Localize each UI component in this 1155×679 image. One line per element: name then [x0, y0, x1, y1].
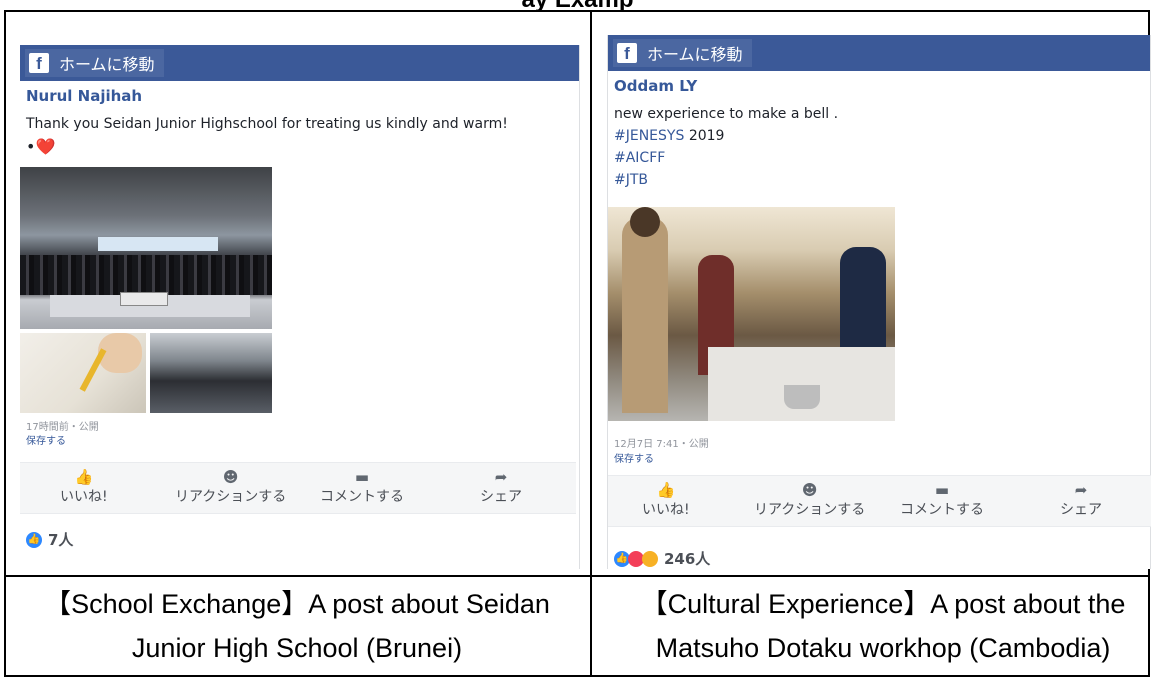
facebook-post-left: f ホームに移動 Nurul Najihah Thank you Seidan … — [20, 45, 580, 569]
post-timestamp[interactable]: 17時間前・公開 — [26, 421, 99, 434]
react-label: リアクションする — [754, 502, 866, 518]
save-link[interactable]: 保存する — [614, 453, 654, 466]
post-text: Thank you Seidan Junior Highschool for t… — [26, 116, 508, 132]
photo-person — [622, 217, 668, 413]
react-button[interactable]: ☻ リアクションする — [175, 467, 286, 507]
comment-bubble-icon: ▬ — [934, 481, 950, 499]
post-author[interactable]: Oddam LY — [614, 77, 1150, 99]
reaction-smiley-icon: ☻ — [801, 481, 818, 499]
react-label: リアクションする — [175, 489, 287, 505]
react-button[interactable]: ☻ リアクションする — [754, 480, 865, 520]
facebook-post-right: f ホームに移動 Oddam LY new experience to make… — [607, 35, 1151, 569]
like-button[interactable]: 👍 いいね! — [642, 480, 690, 520]
facebook-logo-icon: f — [29, 53, 49, 73]
photo-person-head — [630, 207, 660, 237]
reaction-count: 7人 — [48, 531, 74, 549]
post-text: new experience to make a bell . #JENESYS… — [614, 103, 1144, 191]
page-title: ay Examp — [0, 0, 1155, 13]
haha-reaction-icon — [642, 550, 658, 567]
hashtag-jtb[interactable]: #JTB — [614, 169, 1144, 191]
reaction-smiley-icon: ☻ — [222, 468, 239, 486]
caption-left-line1: 【School Exchange】A post about Seidan — [44, 589, 550, 619]
fb-home-tab[interactable]: f ホームに移動 — [25, 49, 164, 77]
share-arrow-icon: ➦ — [494, 468, 508, 486]
caption-right-line1: 【Cultural Experience】A post about the — [640, 589, 1126, 619]
like-label: いいね! — [60, 489, 108, 505]
comment-button[interactable]: ▬ コメントする — [320, 467, 404, 507]
like-thumb-icon: 👍 — [656, 481, 676, 499]
group-photo[interactable] — [20, 167, 272, 329]
post-year: 2019 — [688, 128, 725, 144]
bell-workshop-photo[interactable] — [608, 207, 895, 421]
fb-home-tab[interactable]: f ホームに移動 — [613, 39, 752, 67]
photo-pot — [784, 385, 820, 409]
post-text-line2: #JENESYS 2019 — [614, 125, 1144, 147]
like-reaction-icon: 👍 — [26, 531, 42, 548]
comment-label: コメントする — [320, 489, 404, 505]
save-link[interactable]: 保存する — [26, 435, 66, 448]
fb-header-bar: f ホームに移動 — [20, 45, 579, 81]
home-link[interactable]: ホームに移動 — [647, 41, 743, 65]
caption-left-line2: Junior High School (Brunei) — [131, 633, 463, 663]
post-author[interactable]: Nurul Najihah — [26, 87, 579, 109]
caption-right-line2: Matsuho Dotaku workhop (Cambodia) — [655, 633, 1111, 663]
classroom-photo[interactable] — [150, 333, 272, 413]
hashtag-jenesys[interactable]: #JENESYS — [614, 128, 684, 144]
home-link[interactable]: ホームに移動 — [59, 51, 155, 75]
comment-bubble-icon: ▬ — [354, 468, 370, 486]
photo-crowd — [20, 255, 272, 295]
facebook-logo-icon: f — [617, 43, 637, 63]
share-button[interactable]: ➦ シェア — [1060, 480, 1102, 520]
action-bar: 👍 いいね! ☻ リアクションする ▬ コメントする ➦ シェア — [608, 475, 1151, 527]
reaction-count: 246人 — [664, 550, 711, 568]
photo-sign — [120, 292, 168, 306]
caption-right: 【Cultural Experience】A post about the Ma… — [592, 582, 1155, 676]
photo-banner — [98, 237, 218, 251]
share-label: シェア — [1060, 502, 1102, 518]
heart-emoji: •❤️ — [26, 137, 56, 156]
share-button[interactable]: ➦ シェア — [480, 467, 522, 507]
caption-left: 【School Exchange】A post about Seidan Jun… — [6, 582, 588, 676]
writing-photo[interactable] — [20, 333, 146, 413]
reaction-summary[interactable]: 👍 246人 — [614, 548, 710, 569]
reaction-summary[interactable]: 👍 7人 — [26, 529, 73, 550]
post-text-line1: new experience to make a bell . — [614, 106, 839, 122]
comment-button[interactable]: ▬ コメントする — [900, 480, 984, 520]
like-label: いいね! — [642, 502, 690, 518]
fb-header-bar: f ホームに移動 — [608, 35, 1150, 71]
row-divider — [6, 575, 1148, 577]
post-timestamp[interactable]: 12月7日 7:41・公開 — [614, 438, 709, 451]
photo-pencil — [79, 348, 107, 392]
share-arrow-icon: ➦ — [1074, 481, 1088, 499]
photo-person — [840, 247, 886, 357]
photo-table — [708, 347, 895, 421]
comment-label: コメントする — [900, 502, 984, 518]
action-bar: 👍 いいね! ☻ リアクションする ▬ コメントする ➦ シェア — [20, 462, 576, 514]
share-label: シェア — [480, 489, 522, 505]
like-thumb-icon: 👍 — [74, 468, 94, 486]
hashtag-aicff[interactable]: #AICFF — [614, 147, 1144, 169]
like-button[interactable]: 👍 いいね! — [60, 467, 108, 507]
